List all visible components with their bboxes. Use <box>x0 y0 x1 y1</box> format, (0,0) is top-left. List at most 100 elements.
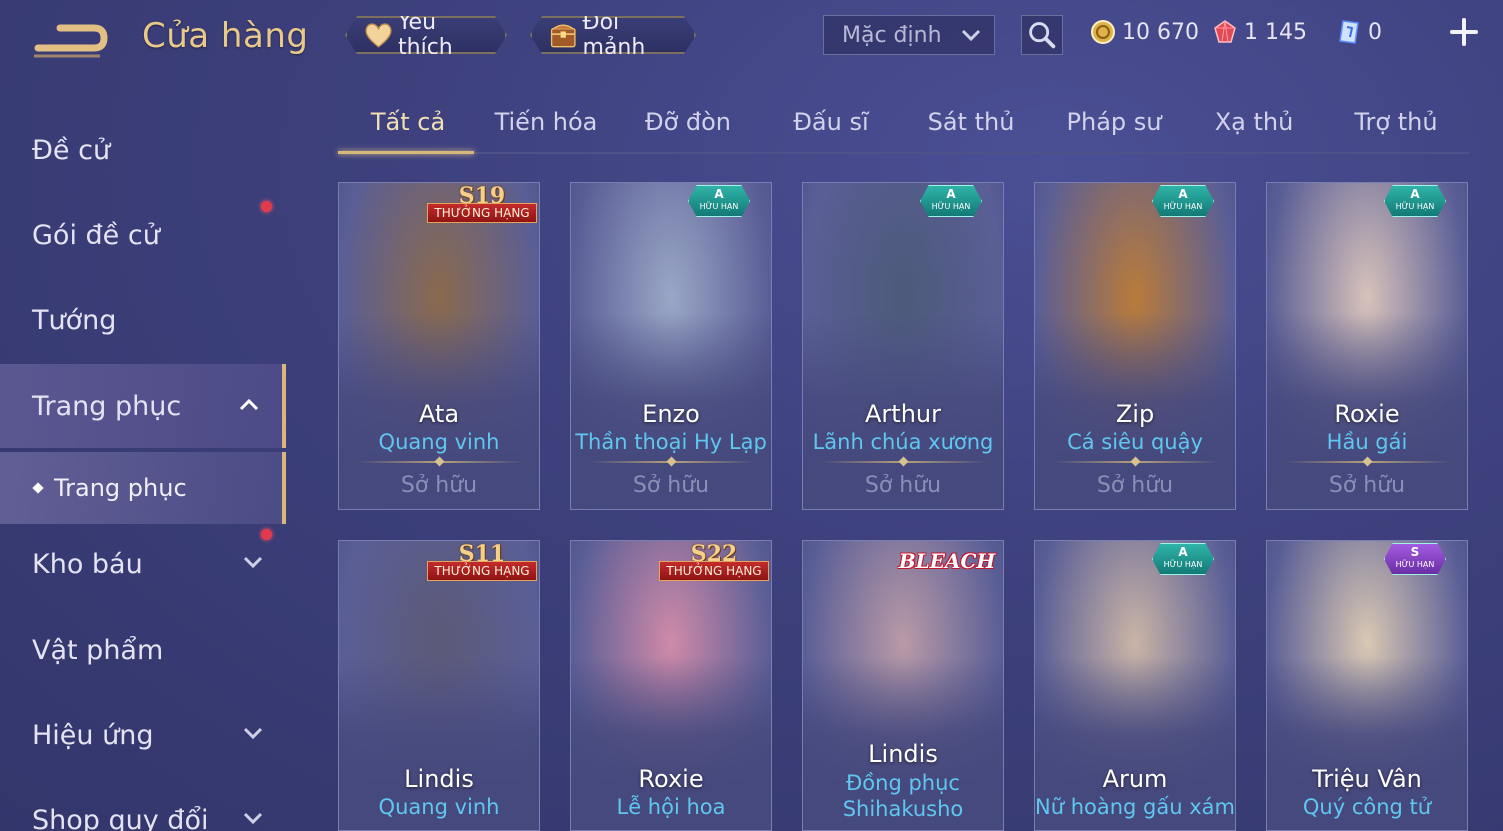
sidebar-item-label: Đề cử <box>32 134 111 166</box>
sidebar-item-skins[interactable]: Trang phục <box>0 364 286 448</box>
hero-name: Roxie <box>638 765 704 793</box>
gold-value: 10 670 <box>1122 19 1199 45</box>
ranked-ribbon-label: THƯỞNG HẠNG <box>427 203 537 223</box>
limited-grade-badge: A HỮU HẠN <box>1384 185 1446 217</box>
grade-letter: A <box>1178 187 1188 201</box>
ranked-ribbon-label: THƯỞNG HẠNG <box>659 561 769 581</box>
sidebar-item-exchange-shop[interactable]: Shop quy đổi <box>0 778 286 831</box>
skin-card[interactable]: A HỮU HẠN Arthur Lãnh chúa xương Sở hữu <box>802 182 1004 510</box>
tab-mage[interactable]: Pháp sư <box>1044 108 1184 152</box>
ranked-reward-badge: S11 THƯỞNG HẠNG <box>427 541 537 585</box>
treasure-chest-icon <box>548 20 579 50</box>
skin-card[interactable]: S22 THƯỞNG HẠNG Roxie Lễ hội hoa <box>570 540 772 831</box>
limited-label: HỮU HẠN <box>1163 202 1203 211</box>
hero-name: Lindis <box>404 765 474 793</box>
owned-status: Sở hữu <box>1328 473 1406 498</box>
sidebar-item-label: Tướng <box>32 304 117 336</box>
skin-card[interactable]: S HỮU HẠN Triệu Vân Quý công tử <box>1266 540 1468 831</box>
sidebar-item-label: Hiệu ứng <box>32 719 154 751</box>
sidebar-item-label: Vật phẩm <box>32 634 164 666</box>
ruby-icon <box>1214 20 1236 43</box>
search-icon[interactable] <box>1021 15 1063 55</box>
tab-evolution[interactable]: Tiến hóa <box>476 108 616 152</box>
chevron-up-icon <box>239 398 259 411</box>
limited-label: HỮU HẠN <box>931 202 971 211</box>
hero-name: Lindis <box>868 740 938 768</box>
chevron-down-icon <box>243 812 263 825</box>
hero-name: Enzo <box>642 400 700 428</box>
skin-name: Lãnh chúa xương <box>812 430 994 454</box>
exchange-fragments-button[interactable]: Đổi mảnh <box>530 16 696 54</box>
tab-tank[interactable]: Đỡ đòn <box>618 108 758 152</box>
chevron-down-icon <box>961 29 981 42</box>
skin-name: Lễ hội hoa <box>616 795 726 819</box>
tab-fighter[interactable]: Đấu sĩ <box>761 108 901 152</box>
sidebar-item-treasure[interactable]: Kho báu <box>0 522 286 606</box>
skin-card[interactable]: S19 THƯỞNG HẠNG Ata Quang vinh Sở hữu <box>338 182 540 510</box>
skin-name: Quang vinh <box>378 430 500 454</box>
owned-status: Sở hữu <box>632 473 710 498</box>
tab-assassin[interactable]: Sát thủ <box>901 108 1041 152</box>
voucher-balance: 0 <box>1336 15 1382 49</box>
gold-balance: 10 670 <box>1090 15 1199 49</box>
owned-status: Sở hữu <box>1096 473 1174 498</box>
grade-letter: A <box>946 187 956 201</box>
limited-grade-badge: A HỮU HẠN <box>1152 543 1214 575</box>
voucher-value: 0 <box>1368 19 1382 45</box>
collab-logo: BLEACH <box>898 549 996 573</box>
sidebar-item-label: Kho báu <box>32 548 143 580</box>
sidebar-item-featured[interactable]: Đề cử <box>0 108 286 192</box>
skin-card[interactable]: A HỮU HẠN Enzo Thần thoại Hy Lạp Sở hữu <box>570 182 772 510</box>
sort-dropdown[interactable]: Mặc định <box>823 15 995 55</box>
grade-letter: A <box>1410 187 1420 201</box>
limited-label: HỮU HẠN <box>1163 560 1203 569</box>
limited-label: HỮU HẠN <box>1395 560 1435 569</box>
sidebar-item-items[interactable]: Vật phẩm <box>0 608 286 692</box>
skin-name: Nữ hoàng gấu xám <box>1035 795 1235 819</box>
skin-name: Quang vinh <box>378 795 500 819</box>
limited-label: HỮU HẠN <box>699 202 739 211</box>
hero-name: Ata <box>418 400 460 428</box>
favorites-button[interactable]: Yêu thích <box>345 16 507 54</box>
limited-grade-badge: S HỮU HẠN <box>1384 543 1446 575</box>
skin-card[interactable]: A HỮU HẠN Arum Nữ hoàng gấu xám <box>1034 540 1236 831</box>
skin-name: Thần thoại Hy Lạp <box>575 430 767 454</box>
sidebar-subitem-skins[interactable]: Trang phục <box>0 452 286 524</box>
sidebar-item-label: Gói đề cử <box>32 219 160 251</box>
exchange-fragments-label: Đổi mảnh <box>582 10 646 60</box>
limited-grade-badge: A HỮU HẠN <box>688 185 750 217</box>
sort-value: Mặc định <box>842 22 942 48</box>
sidebar-item-featured-bundles[interactable]: Gói đề cử <box>0 193 286 277</box>
grade-letter: A <box>1178 545 1188 559</box>
limited-grade-badge: A HỮU HẠN <box>1152 185 1214 217</box>
tab-marksman[interactable]: Xạ thủ <box>1184 108 1324 152</box>
sidebar-subitem-label: Trang phục <box>54 474 187 502</box>
add-currency-icon[interactable] <box>1448 16 1480 48</box>
tab-support[interactable]: Trợ thủ <box>1326 108 1466 152</box>
sidebar-item-label: Shop quy đổi <box>32 804 209 831</box>
sidebar-item-heroes[interactable]: Tướng <box>0 278 286 362</box>
ranked-reward-badge: S19 THƯỞNG HẠNG <box>427 183 537 227</box>
sidebar-item-label: Trang phục <box>32 390 182 422</box>
tab-all[interactable]: Tất cả <box>338 108 478 152</box>
category-tabs: Tất cả Tiến hóa Đỡ đòn Đấu sĩ Sát thủ Ph… <box>338 100 1469 154</box>
ranked-reward-badge: S22 THƯỞNG HẠNG <box>659 541 769 585</box>
bullet-icon <box>32 482 44 494</box>
gold-coin-icon <box>1091 20 1115 44</box>
chevron-down-icon <box>243 556 263 569</box>
limited-label: HỮU HẠN <box>1395 202 1435 211</box>
sidebar-item-effects[interactable]: Hiệu ứng <box>0 693 286 777</box>
grade-letter: A <box>714 187 724 201</box>
back-arrow-icon[interactable] <box>30 18 110 62</box>
hero-name: Arum <box>1102 765 1168 793</box>
skin-card[interactable]: A HỮU HẠN Zip Cá siêu quậy Sở hữu <box>1034 182 1236 510</box>
hero-name: Roxie <box>1334 400 1400 428</box>
favorites-label: Yêu thích <box>398 10 453 60</box>
skin-card[interactable]: S11 THƯỞNG HẠNG Lindis Quang vinh <box>338 540 540 831</box>
owned-status: Sở hữu <box>864 473 942 498</box>
voucher-icon <box>1339 20 1359 44</box>
skin-card[interactable]: A HỮU HẠN Roxie Hầu gái Sở hữu <box>1266 182 1468 510</box>
ruby-value: 1 145 <box>1244 19 1307 45</box>
ranked-ribbon-label: THƯỞNG HẠNG <box>427 561 537 581</box>
skin-card[interactable]: BLEACH Lindis Đồng phục Shihakusho <box>802 540 1004 831</box>
